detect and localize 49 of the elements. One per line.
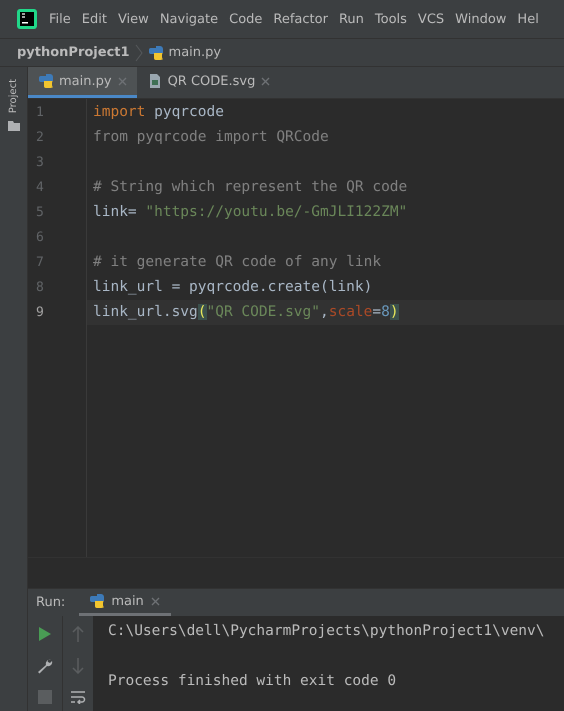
soft-wrap-icon[interactable]	[70, 690, 86, 704]
code-line: from pyqrcode import QRCode	[93, 129, 329, 145]
menu-item[interactable]: Edit	[82, 12, 107, 26]
close-icon[interactable]	[150, 596, 161, 606]
code-line: link= "https://youtu.be/-GmJLI122ZM"	[93, 204, 408, 220]
menu-item[interactable]: Navigate	[160, 12, 218, 26]
editor-tab[interactable]: main.py	[28, 67, 137, 98]
code-line: # it generate QR code of any link	[93, 254, 382, 270]
breadcrumb-item[interactable]: pythonProject1	[17, 45, 130, 60]
wrench-icon[interactable]	[37, 658, 53, 674]
python-file-icon	[38, 73, 54, 89]
line-number: 6	[35, 229, 45, 247]
line-number: 2	[35, 129, 45, 147]
code-line: import pyqrcode	[93, 104, 224, 120]
line-number: 1	[35, 104, 45, 122]
menu-item[interactable]: Run	[338, 12, 364, 26]
down-arrow-icon[interactable]	[72, 658, 84, 674]
menu-item[interactable]: View	[118, 12, 149, 26]
up-arrow-icon[interactable]	[72, 626, 84, 642]
close-icon[interactable]	[116, 76, 128, 86]
menu-item[interactable]: Tools	[374, 12, 407, 26]
menu-item[interactable]: VCS	[418, 12, 444, 26]
console-output: C:\Users\dell\PycharmProjects\pythonProject1\venv\	[108, 622, 546, 641]
chevron-icon	[134, 44, 143, 62]
code-line: link_url = pyqrcode.create(link)	[93, 279, 372, 295]
code-line: # String which represent the QR code	[93, 179, 408, 195]
line-number: 4	[35, 179, 45, 197]
line-number: 5	[35, 204, 45, 222]
console-output: Process finished with exit code 0	[108, 672, 398, 691]
app-logo-icon[interactable]	[17, 9, 37, 29]
menu-item[interactable]: File	[49, 12, 71, 26]
python-file-icon	[148, 44, 164, 60]
panel-label: Run:	[36, 595, 66, 610]
menu-item[interactable]: Refactor	[273, 12, 328, 26]
python-icon	[89, 593, 106, 609]
project-tool-tab[interactable]: Project	[6, 77, 21, 116]
menu-item[interactable]: Code	[229, 12, 262, 26]
play-icon[interactable]	[38, 626, 52, 642]
breadcrumb-item[interactable]: main.py	[168, 45, 222, 60]
line-number: 7	[35, 254, 45, 272]
line-number: 8	[35, 279, 45, 297]
menu-item[interactable]: Window	[455, 12, 506, 26]
folder-icon[interactable]	[8, 121, 20, 132]
line-number: 3	[35, 154, 45, 172]
code-line: link_url.svg("QR CODE.svg",scale=8)	[93, 304, 399, 320]
menu-item[interactable]: Hel	[517, 12, 539, 26]
line-number: 9	[35, 304, 45, 322]
close-icon[interactable]	[260, 76, 272, 86]
editor-tab[interactable]: QR CODE.svg	[136, 67, 280, 98]
